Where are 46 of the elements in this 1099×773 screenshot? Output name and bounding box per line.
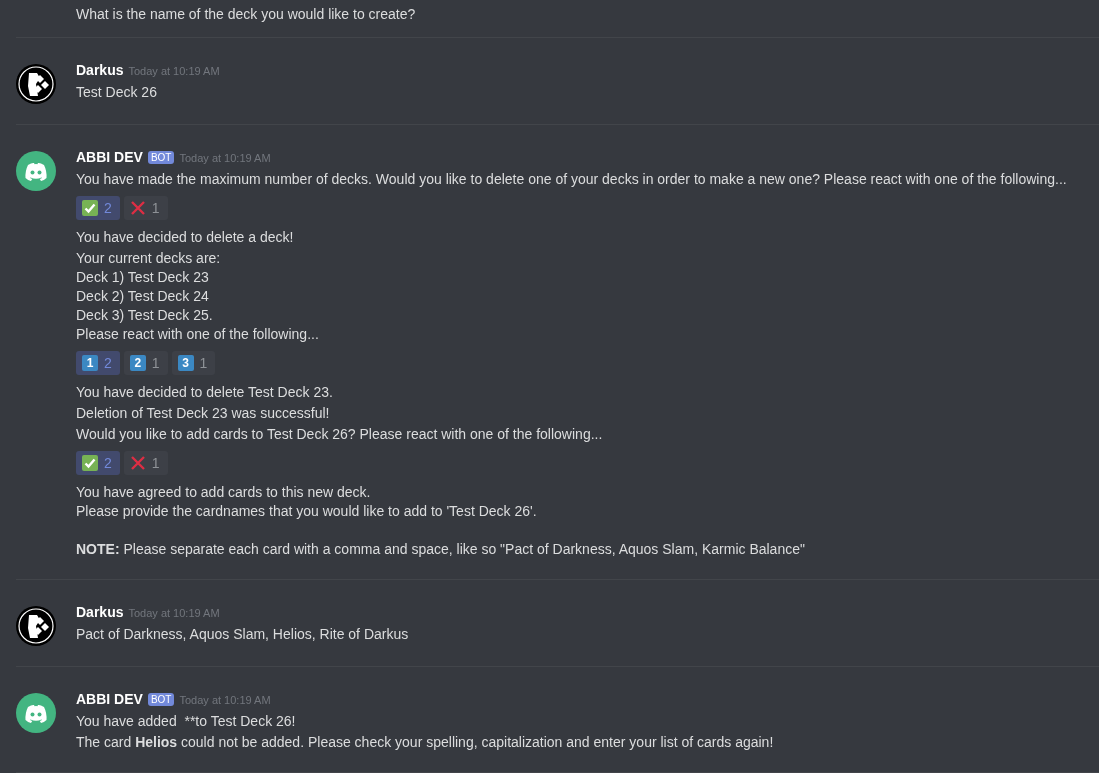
reaction-button[interactable]: 2 bbox=[76, 451, 120, 475]
message-text: Deck 3) Test Deck 25. bbox=[76, 306, 214, 325]
message-text: You have decided to delete Test Deck 23. bbox=[76, 383, 334, 402]
reaction-button[interactable]: 2 1 bbox=[123, 351, 168, 375]
author-name[interactable]: Darkus bbox=[76, 62, 124, 78]
message-text: You have added **to Test Deck 26! bbox=[76, 712, 297, 731]
message-text: Would you like to add cards to Test Deck 26? Please react with one of the following... bbox=[76, 425, 604, 444]
message-text: What is the name of the deck you would like to create? bbox=[76, 5, 417, 24]
reaction-button[interactable]: 1 bbox=[123, 451, 168, 475]
timestamp: Today at 10:19 AM bbox=[179, 694, 271, 706]
message-text: Deletion of Test Deck 23 was successful! bbox=[76, 404, 331, 423]
message-text: You have made the maximum number of decks. Would you like to delete one of your decks in order to make a new one? Please react with one of the following... bbox=[76, 170, 1068, 189]
message-text: Please provide the cardnames that you would like to add to 'Test Deck 26'. bbox=[76, 502, 538, 521]
avatar-icon[interactable] bbox=[16, 64, 56, 104]
reaction-button[interactable]: 2 bbox=[76, 196, 120, 220]
reaction-button[interactable]: 1 bbox=[123, 196, 168, 220]
message-text: Deck 2) Test Deck 24 bbox=[76, 287, 210, 306]
message-text: Test Deck 26 bbox=[76, 83, 158, 102]
avatar-icon[interactable] bbox=[16, 606, 56, 646]
check-icon bbox=[82, 200, 98, 216]
message-text: NOTE: Please separate each card with a comma and space, like so "Pact of Darkness, Aquos Slam, Karmic Balance" bbox=[76, 540, 806, 559]
reaction-button[interactable]: 3 1 bbox=[171, 351, 216, 375]
cross-icon bbox=[129, 455, 146, 471]
author-name[interactable]: Darkus bbox=[76, 604, 124, 620]
reaction-button[interactable]: 1 2 bbox=[76, 351, 120, 375]
message-text: Deck 1) Test Deck 23 bbox=[76, 268, 210, 287]
keycap-icon: 3 bbox=[177, 355, 194, 371]
timestamp: Today at 10:19 AM bbox=[179, 152, 271, 164]
keycap-icon: 1 bbox=[82, 355, 98, 371]
author-name[interactable]: ABBI DEV bbox=[76, 149, 143, 165]
message-text: The card Helios could not be added. Please check your spelling, capitalization and enter your list of cards again! bbox=[76, 733, 775, 752]
check-icon bbox=[82, 455, 98, 471]
cross-icon bbox=[129, 200, 146, 216]
avatar-icon[interactable] bbox=[16, 693, 56, 733]
message-text: Please react with one of the following... bbox=[76, 325, 320, 344]
keycap-icon: 2 bbox=[129, 355, 146, 371]
message-text: You have agreed to add cards to this new deck. bbox=[76, 483, 372, 502]
bot-tag: BOT bbox=[147, 693, 175, 706]
avatar-icon[interactable] bbox=[16, 151, 56, 191]
message-text: Your current decks are: bbox=[76, 249, 222, 268]
author-name[interactable]: ABBI DEV bbox=[76, 691, 143, 707]
bot-tag: BOT bbox=[147, 151, 175, 164]
timestamp: Today at 10:19 AM bbox=[128, 65, 220, 77]
message-text: Pact of Darkness, Aquos Slam, Helios, Rite of Darkus bbox=[76, 625, 410, 644]
message-text: You have decided to delete a deck! bbox=[76, 228, 295, 247]
timestamp: Today at 10:19 AM bbox=[128, 607, 220, 619]
